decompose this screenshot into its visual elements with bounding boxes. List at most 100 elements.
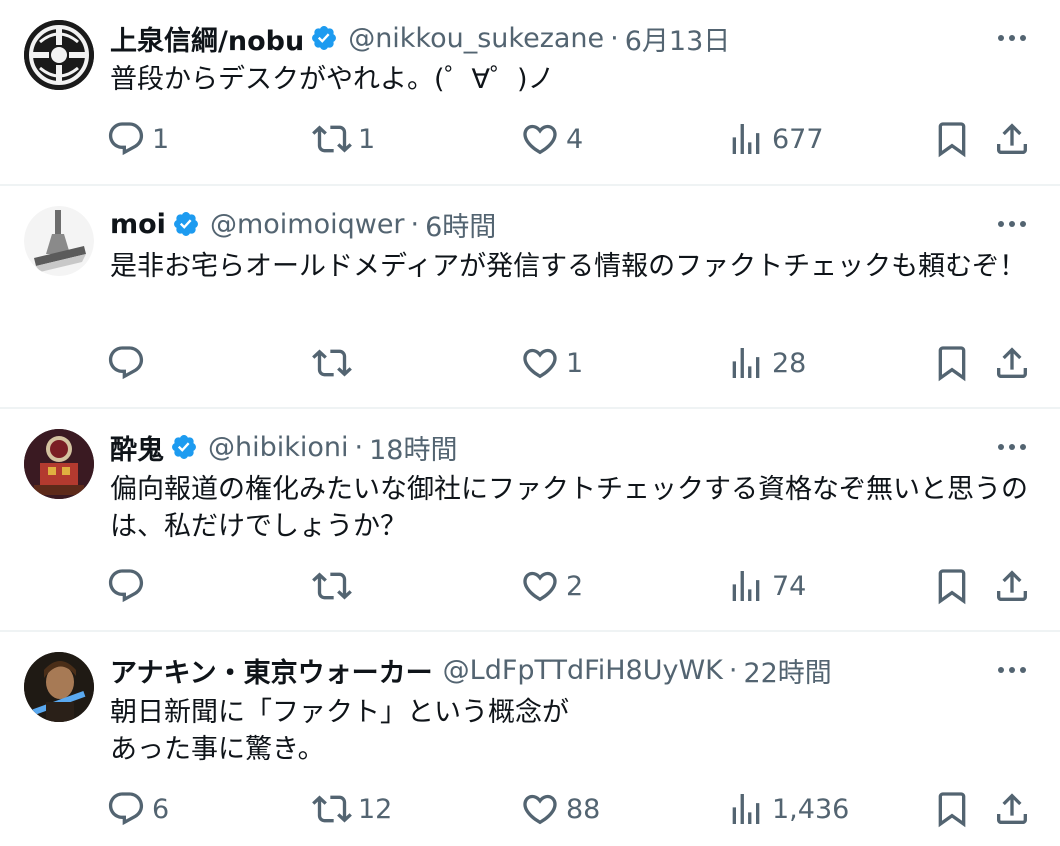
views-button[interactable]: 28 bbox=[726, 338, 806, 388]
crest-avatar-icon bbox=[24, 20, 94, 90]
post-header: アナキン・東京ウォーカー @LdFpTTdFiH8UyWK · 22時間 bbox=[110, 650, 950, 690]
display-name[interactable]: 上泉信綱/nobu bbox=[110, 19, 304, 58]
like-button[interactable]: 88 bbox=[520, 784, 600, 834]
view-count: 28 bbox=[772, 347, 807, 379]
timestamp[interactable]: 22時間 bbox=[743, 651, 831, 690]
more-icon bbox=[998, 35, 1026, 41]
more-options-button[interactable] bbox=[994, 206, 1030, 242]
timestamp[interactable]: 18時間 bbox=[369, 428, 457, 467]
share-icon bbox=[997, 123, 1027, 154]
verified-badge-icon[interactable] bbox=[170, 433, 198, 461]
more-icon bbox=[998, 221, 1026, 227]
post[interactable]: moi @moimoiqwer · 6時間 是非お宅らオールドメディアが発信する… bbox=[0, 186, 1060, 409]
more-options-button[interactable] bbox=[994, 429, 1030, 465]
separator-dot: · bbox=[354, 431, 364, 463]
timestamp[interactable]: 6月13日 bbox=[625, 19, 731, 58]
avatar[interactable] bbox=[24, 20, 94, 90]
repost-icon bbox=[312, 125, 352, 153]
share-button[interactable] bbox=[992, 784, 1032, 834]
post-header: 上泉信綱/nobu @nikkou_sukezane · 6月13日 bbox=[110, 18, 950, 58]
repost-icon bbox=[312, 349, 352, 377]
more-options-button[interactable] bbox=[994, 20, 1030, 56]
action-bar: 1 1 4 677 bbox=[0, 114, 1060, 164]
reply-button[interactable]: 1 bbox=[106, 114, 169, 164]
timestamp[interactable]: 6時間 bbox=[425, 205, 496, 244]
portrait-avatar-icon bbox=[24, 652, 94, 722]
action-bar: 6 12 88 1,436 bbox=[0, 784, 1060, 834]
views-button[interactable]: 74 bbox=[726, 561, 806, 611]
post-text: 普段からデスクがやれよ。(゜∀゜)ノ bbox=[110, 64, 555, 95]
like-button[interactable]: 2 bbox=[520, 561, 583, 611]
avatar[interactable] bbox=[24, 652, 94, 722]
bookmark-icon bbox=[938, 792, 966, 828]
heart-icon bbox=[523, 794, 557, 825]
repost-button[interactable]: 1 bbox=[312, 114, 375, 164]
separator-dot: · bbox=[728, 654, 738, 686]
share-icon bbox=[997, 793, 1027, 824]
like-count: 88 bbox=[566, 793, 601, 825]
action-bar: 1 28 bbox=[0, 338, 1060, 388]
user-handle[interactable]: @nikkou_sukezane bbox=[348, 23, 604, 54]
post[interactable]: アナキン・東京ウォーカー @LdFpTTdFiH8UyWK · 22時間 朝日新… bbox=[0, 632, 1060, 846]
repost-button[interactable]: 12 bbox=[312, 784, 392, 834]
heart-icon bbox=[523, 124, 557, 155]
user-handle[interactable]: @hibikioni bbox=[208, 432, 349, 463]
bookmark-button[interactable] bbox=[932, 784, 972, 834]
verified-badge-icon[interactable] bbox=[172, 210, 200, 238]
views-chart-icon bbox=[732, 794, 760, 824]
user-handle[interactable]: @LdFpTTdFiH8UyWK bbox=[443, 655, 723, 686]
action-bar: 2 74 bbox=[0, 561, 1060, 611]
share-button[interactable] bbox=[992, 114, 1032, 164]
views-chart-icon bbox=[732, 124, 760, 154]
avatar[interactable] bbox=[24, 206, 94, 276]
bookmark-button[interactable] bbox=[932, 338, 972, 388]
bookmark-icon bbox=[938, 569, 966, 605]
reply-button[interactable]: 6 bbox=[106, 784, 169, 834]
heart-icon bbox=[523, 348, 557, 379]
repost-icon bbox=[312, 572, 352, 600]
share-button[interactable] bbox=[992, 338, 1032, 388]
repost-button[interactable] bbox=[312, 561, 358, 611]
share-icon bbox=[997, 570, 1027, 601]
avatar[interactable] bbox=[24, 429, 94, 499]
display-name[interactable]: 酔鬼 bbox=[110, 428, 164, 467]
like-count: 4 bbox=[566, 123, 584, 155]
post-header: 酔鬼 @hibikioni · 18時間 bbox=[110, 427, 950, 467]
bookmark-button[interactable] bbox=[932, 561, 972, 611]
more-icon bbox=[998, 444, 1026, 450]
like-button[interactable]: 1 bbox=[520, 338, 583, 388]
display-name[interactable]: アナキン・東京ウォーカー bbox=[110, 651, 433, 690]
like-button[interactable]: 4 bbox=[520, 114, 583, 164]
more-options-button[interactable] bbox=[994, 652, 1030, 688]
reply-button[interactable] bbox=[106, 561, 152, 611]
reply-button[interactable] bbox=[106, 338, 152, 388]
share-button[interactable] bbox=[992, 561, 1032, 611]
views-button[interactable]: 1,436 bbox=[726, 784, 849, 834]
repost-button[interactable] bbox=[312, 338, 358, 388]
reply-count: 6 bbox=[152, 793, 170, 825]
separator-dot: · bbox=[610, 22, 619, 54]
reply-icon bbox=[108, 569, 144, 603]
views-button[interactable]: 677 bbox=[726, 114, 824, 164]
post[interactable]: 酔鬼 @hibikioni · 18時間 偏向報道の権化みたいな御社にファクトチ… bbox=[0, 409, 1060, 632]
reply-icon bbox=[108, 792, 144, 826]
bookmark-button[interactable] bbox=[932, 114, 972, 164]
verified-badge-icon[interactable] bbox=[310, 24, 338, 52]
display-name[interactable]: moi bbox=[110, 209, 166, 240]
separator-dot: · bbox=[410, 208, 420, 240]
post-text: 是非お宅らオールドメディアが発信する情報のファクトチェックも頼むぞ！ bbox=[110, 251, 1027, 282]
more-icon bbox=[998, 667, 1026, 673]
view-count: 1,436 bbox=[772, 793, 850, 825]
reply-count: 1 bbox=[152, 123, 170, 155]
post-header: moi @moimoiqwer · 6時間 bbox=[110, 204, 950, 244]
reply-icon bbox=[108, 122, 144, 156]
post[interactable]: 上泉信綱/nobu @nikkou_sukezane · 6月13日 普段からデ… bbox=[0, 0, 1060, 186]
reply-icon bbox=[108, 346, 144, 380]
user-handle[interactable]: @moimoiqwer bbox=[210, 209, 405, 240]
views-chart-icon bbox=[732, 571, 760, 601]
views-chart-icon bbox=[732, 348, 760, 378]
bookmark-icon bbox=[938, 346, 966, 382]
repost-icon bbox=[312, 795, 352, 823]
post-text: 偏向報道の権化みたいな御社にファクトチェックする資格なぞ無いと思うのは、私だけで… bbox=[110, 474, 1028, 542]
repost-count: 12 bbox=[358, 793, 393, 825]
